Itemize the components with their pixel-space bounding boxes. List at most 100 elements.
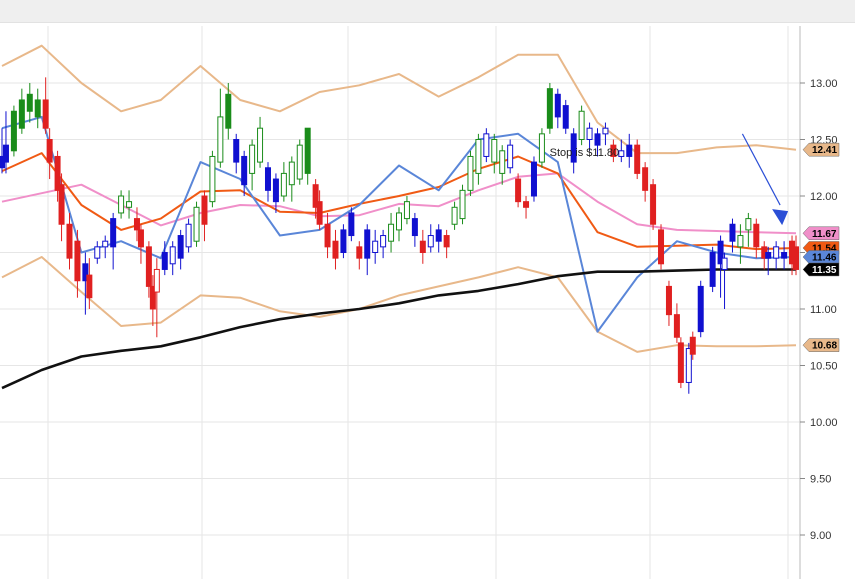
candle-body xyxy=(419,240,426,253)
candle-body xyxy=(403,201,410,220)
candle xyxy=(665,280,672,326)
candle xyxy=(102,235,109,259)
price-badge: 11.35 xyxy=(802,262,840,277)
candle-body xyxy=(658,229,665,265)
candle-body xyxy=(546,88,553,129)
candle xyxy=(332,229,339,270)
candle xyxy=(249,139,256,191)
candle xyxy=(677,337,684,389)
candle-body xyxy=(765,252,772,259)
candle-body xyxy=(74,240,81,282)
candle-body xyxy=(689,336,696,355)
candle-body xyxy=(411,218,418,237)
candle xyxy=(443,229,450,259)
candle-body xyxy=(677,342,684,383)
candle-body xyxy=(133,218,140,231)
candle-body xyxy=(161,252,168,270)
candle xyxy=(42,77,49,134)
candle-body xyxy=(348,212,355,237)
candle xyxy=(94,241,101,264)
candle xyxy=(419,229,426,264)
candle xyxy=(324,212,331,259)
candle-body xyxy=(530,161,537,197)
stop-annotation: Stop is $11.80 xyxy=(550,147,620,159)
indicator-line-0 xyxy=(1,44,797,155)
candle xyxy=(388,212,395,253)
candle-body xyxy=(340,229,347,253)
candle-body xyxy=(26,93,33,112)
candle xyxy=(177,229,184,270)
candle-body xyxy=(594,133,601,146)
candle xyxy=(126,190,133,219)
candle-body xyxy=(396,212,402,231)
candle-body xyxy=(709,252,716,287)
candle-body xyxy=(137,229,144,248)
candle xyxy=(507,139,514,174)
candle xyxy=(602,122,609,146)
stock-chart: 13.0012.5012.0011.5011.0010.5010.009.509… xyxy=(0,26,840,579)
candle-body xyxy=(257,127,264,163)
candle-body xyxy=(562,105,569,129)
candle xyxy=(169,241,176,276)
candle-body xyxy=(467,155,474,191)
candle-body xyxy=(209,155,216,203)
candle xyxy=(66,212,73,270)
candle xyxy=(288,156,295,202)
price-badge-label: 12.41 xyxy=(812,145,837,156)
candle-body xyxy=(264,167,271,191)
candle xyxy=(459,184,466,225)
stop-arrow-line xyxy=(741,133,781,206)
candle-body xyxy=(538,133,545,163)
candle-body xyxy=(515,178,522,203)
candle-body xyxy=(288,161,295,186)
y-tick-label: 10.50 xyxy=(810,361,838,373)
candle-body xyxy=(753,223,760,248)
candle-body xyxy=(272,178,279,203)
candle xyxy=(427,224,434,253)
candle-body xyxy=(697,285,704,333)
candle xyxy=(233,133,240,174)
candle xyxy=(411,212,418,247)
candle-body xyxy=(435,229,442,242)
price-badge: 12.41 xyxy=(802,142,840,157)
candle-body xyxy=(296,144,303,180)
candle-body xyxy=(58,184,65,225)
stop-arrow-head xyxy=(772,209,789,226)
candle xyxy=(137,224,144,264)
price-badge-label: 11.46 xyxy=(812,253,837,264)
candle xyxy=(475,133,482,185)
candle-body xyxy=(634,144,641,174)
candle xyxy=(530,156,537,202)
candle xyxy=(193,201,200,247)
candle xyxy=(483,128,490,163)
candle-body xyxy=(10,110,17,152)
candle xyxy=(697,280,704,338)
candle-body xyxy=(578,110,585,140)
candle-body xyxy=(729,223,736,242)
candle-body xyxy=(177,235,184,259)
candle-body xyxy=(793,246,799,270)
candle-body xyxy=(34,99,41,118)
candle xyxy=(737,224,744,264)
candle-body xyxy=(217,116,224,163)
candle-body xyxy=(118,195,125,214)
y-tick-label: 9.50 xyxy=(810,474,831,486)
candle-body xyxy=(459,189,466,220)
candle xyxy=(118,190,125,219)
price-badge-label: 11.35 xyxy=(812,265,837,276)
candle xyxy=(650,179,657,230)
candle-body xyxy=(773,246,780,259)
price-badges: 12.4111.6711.5411.4611.3510.68 xyxy=(802,142,840,352)
candle-body xyxy=(304,127,311,174)
candle-body xyxy=(86,274,93,299)
candle-body xyxy=(193,206,200,242)
candle-body xyxy=(745,218,752,231)
candle-body xyxy=(372,240,379,253)
candle xyxy=(356,241,363,270)
candle-body xyxy=(642,167,649,191)
candle-body xyxy=(169,246,176,265)
candle-body xyxy=(665,285,672,316)
candle xyxy=(304,127,311,185)
candle-body xyxy=(443,235,450,248)
candle xyxy=(709,246,716,293)
